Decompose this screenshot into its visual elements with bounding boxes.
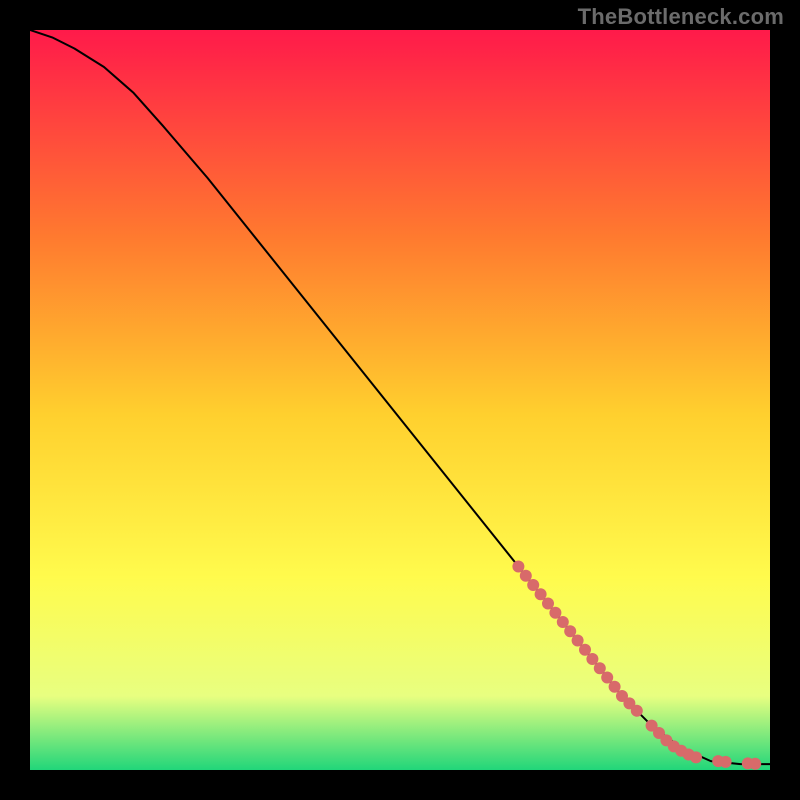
- marker-point: [749, 758, 761, 770]
- watermark-text: TheBottleneck.com: [578, 4, 784, 30]
- marker-point: [720, 756, 732, 768]
- chart-stage: TheBottleneck.com: [0, 0, 800, 800]
- marker-point: [690, 751, 702, 763]
- chart-svg: [30, 30, 770, 770]
- plot-area: [30, 30, 770, 770]
- gradient-background: [30, 30, 770, 770]
- marker-point: [631, 705, 643, 717]
